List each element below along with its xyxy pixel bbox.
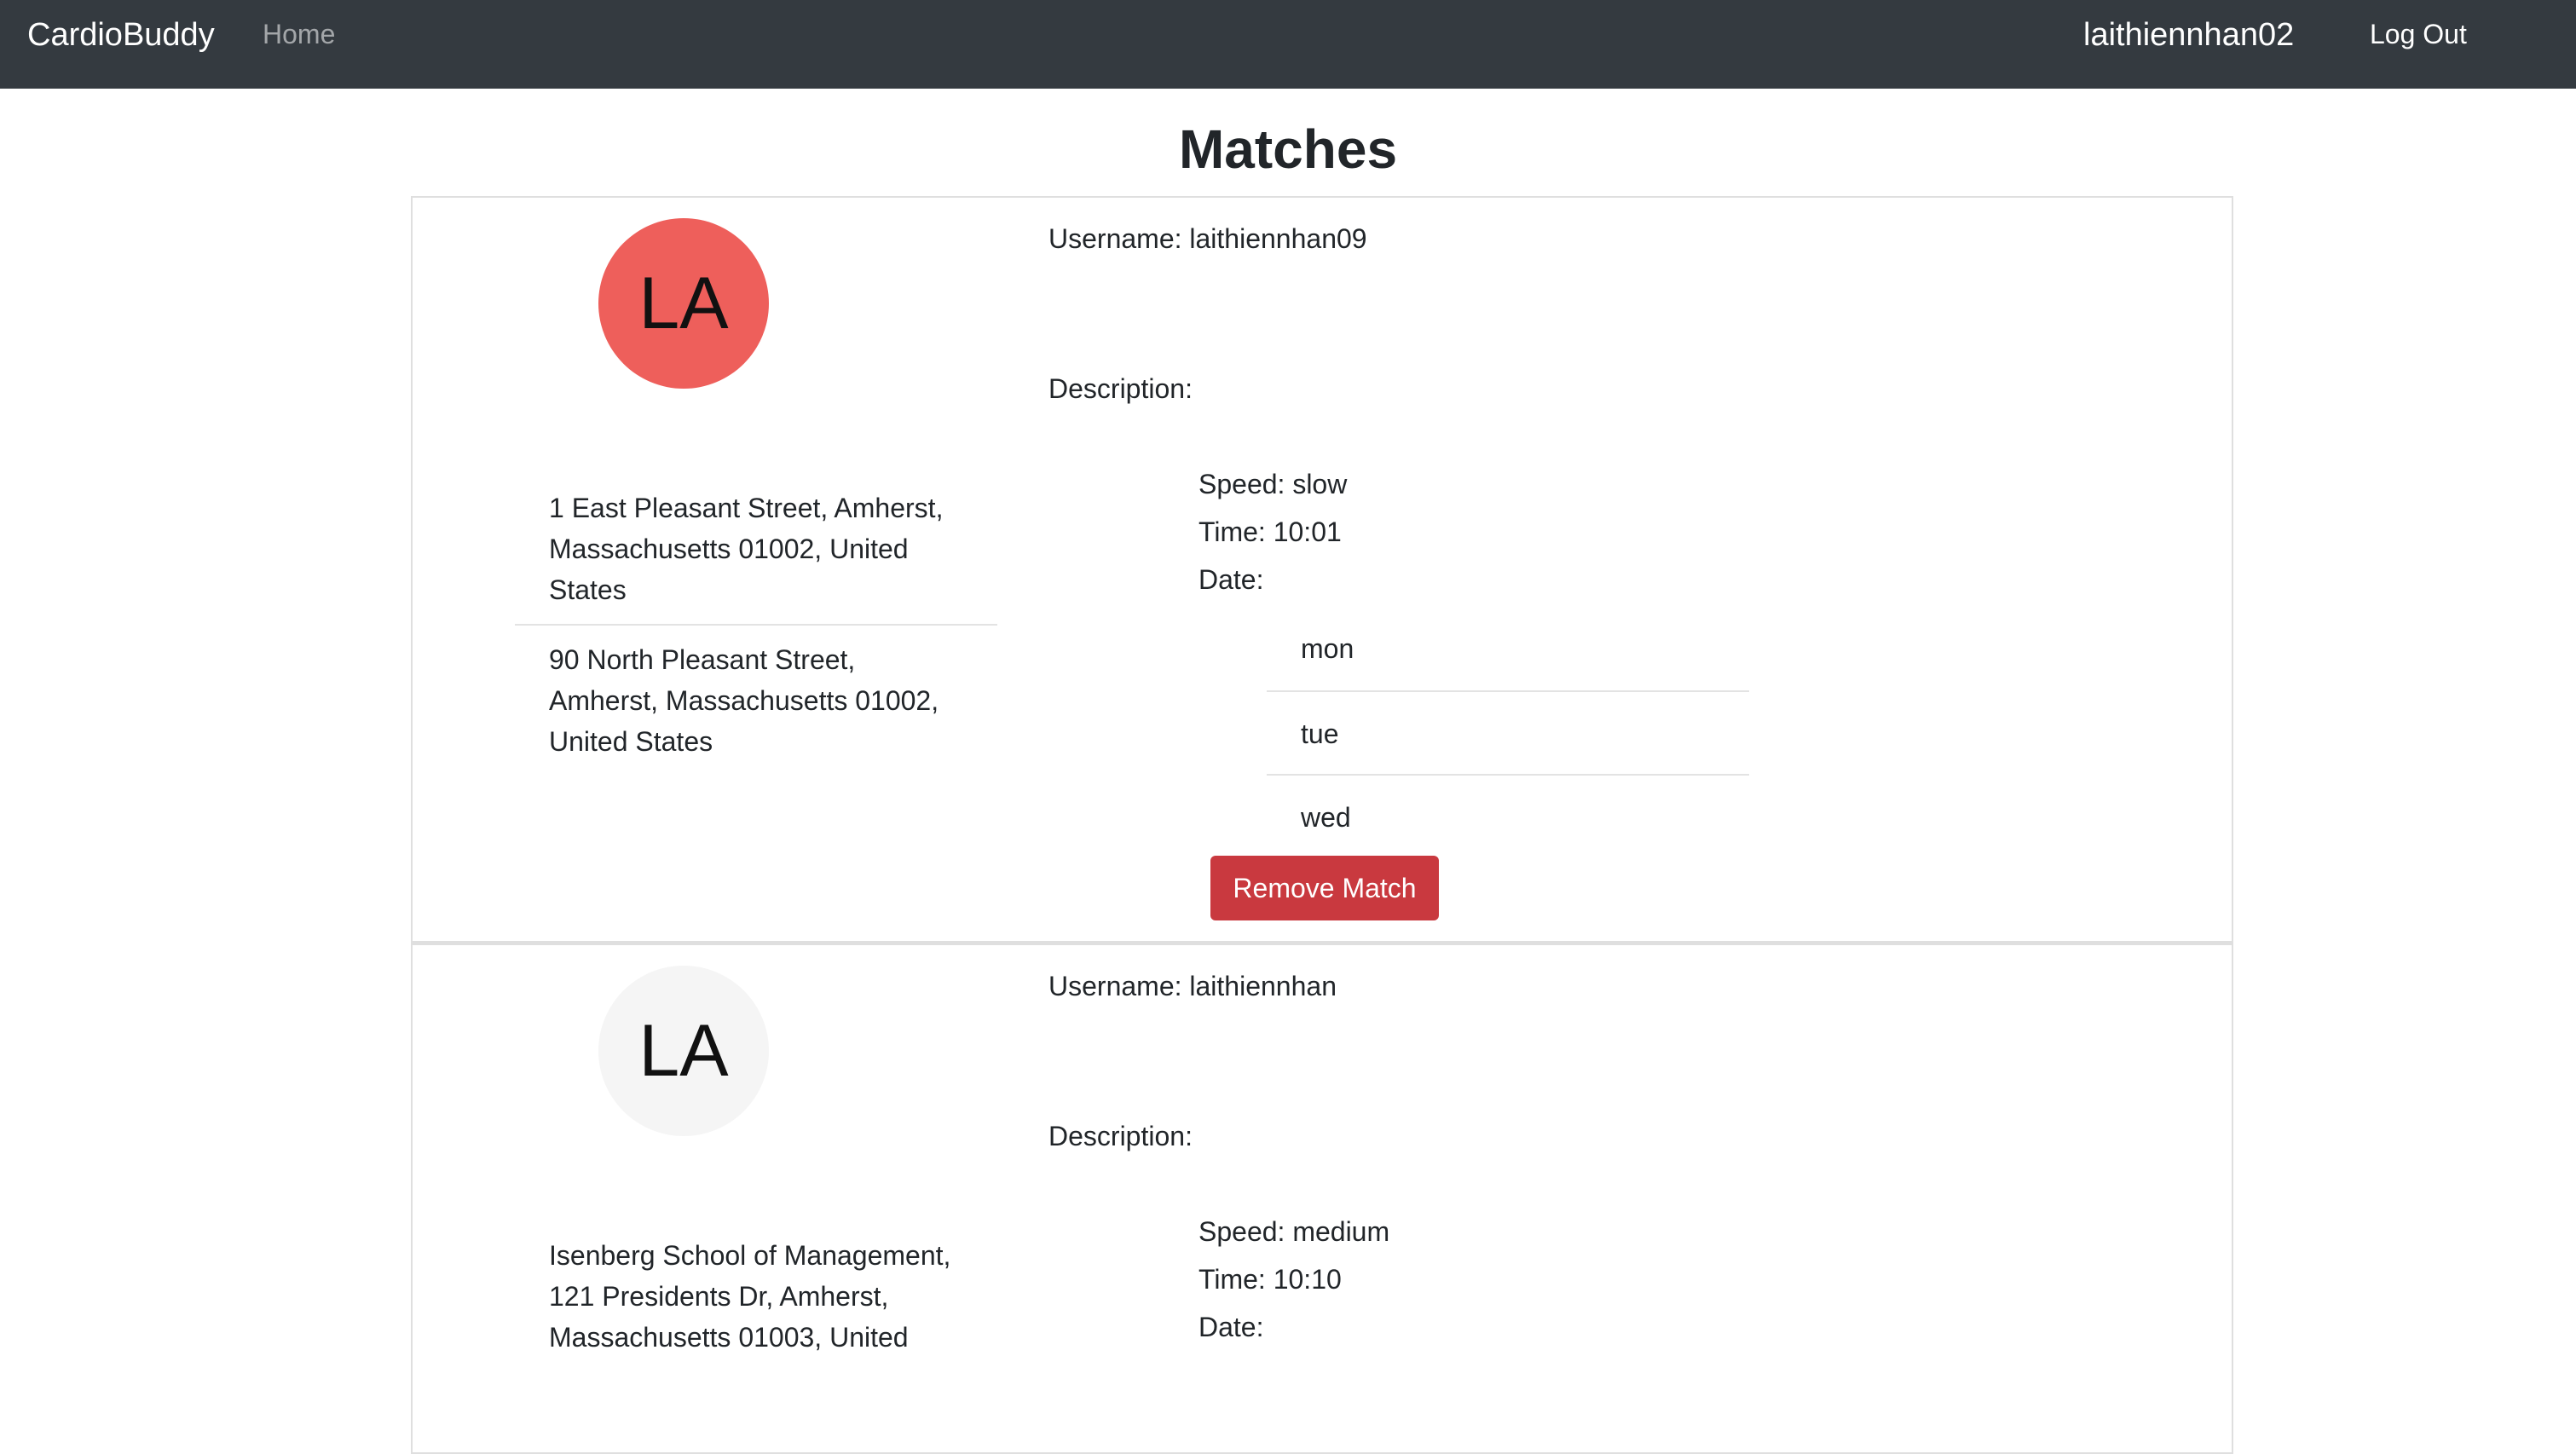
username-field: Username: laithiennhan09 xyxy=(1048,223,1367,254)
nav-username[interactable]: laithiennhan02 xyxy=(2083,17,2294,54)
avatar-initials: LA xyxy=(638,262,729,344)
time-field: Time: 10:01 xyxy=(1198,516,1342,547)
logout-link[interactable]: Log Out xyxy=(2370,19,2467,50)
speed-field: Speed: slow xyxy=(1198,469,1348,499)
avatar-initials: LA xyxy=(638,1009,729,1092)
avatar: LA xyxy=(598,218,769,389)
date-list: mon tue wed xyxy=(1267,607,1749,857)
speed-field: Speed: medium xyxy=(1198,1216,1390,1247)
address-item: 90 North Pleasant Street, Amherst, Massa… xyxy=(515,624,997,776)
username-field: Username: laithiennhan xyxy=(1048,971,1337,1001)
date-label: Date: xyxy=(1198,1312,1264,1342)
description-field: Description: xyxy=(1048,373,1193,404)
top-navbar: CardioBuddy Home laithiennhan02 Log Out xyxy=(0,0,2576,89)
match-card: LA 1 East Pleasant Street, Amherst, Mass… xyxy=(411,196,2233,943)
brand-link[interactable]: CardioBuddy xyxy=(27,17,215,54)
avatar: LA xyxy=(598,966,769,1136)
address-item: Isenberg School of Management, 121 Presi… xyxy=(549,1240,951,1353)
date-label: Date: xyxy=(1198,564,1264,595)
address-list: 1 East Pleasant Street, Amherst, Massach… xyxy=(515,474,997,776)
date-item: wed xyxy=(1267,774,1749,857)
date-item: tue xyxy=(1267,690,1749,774)
remove-match-button[interactable]: Remove Match xyxy=(1210,856,1439,920)
time-field: Time: 10:10 xyxy=(1198,1264,1342,1295)
nav-home-link[interactable]: Home xyxy=(263,19,335,50)
description-field: Description: xyxy=(1048,1121,1193,1151)
address-list: Isenberg School of Management, 121 Presi… xyxy=(515,1221,997,1371)
page-title: Matches xyxy=(1178,118,1398,180)
date-item: mon xyxy=(1301,633,1354,664)
address-item: 1 East Pleasant Street, Amherst, Massach… xyxy=(549,493,944,605)
match-card: LA Isenberg School of Management, 121 Pr… xyxy=(411,943,2233,1454)
